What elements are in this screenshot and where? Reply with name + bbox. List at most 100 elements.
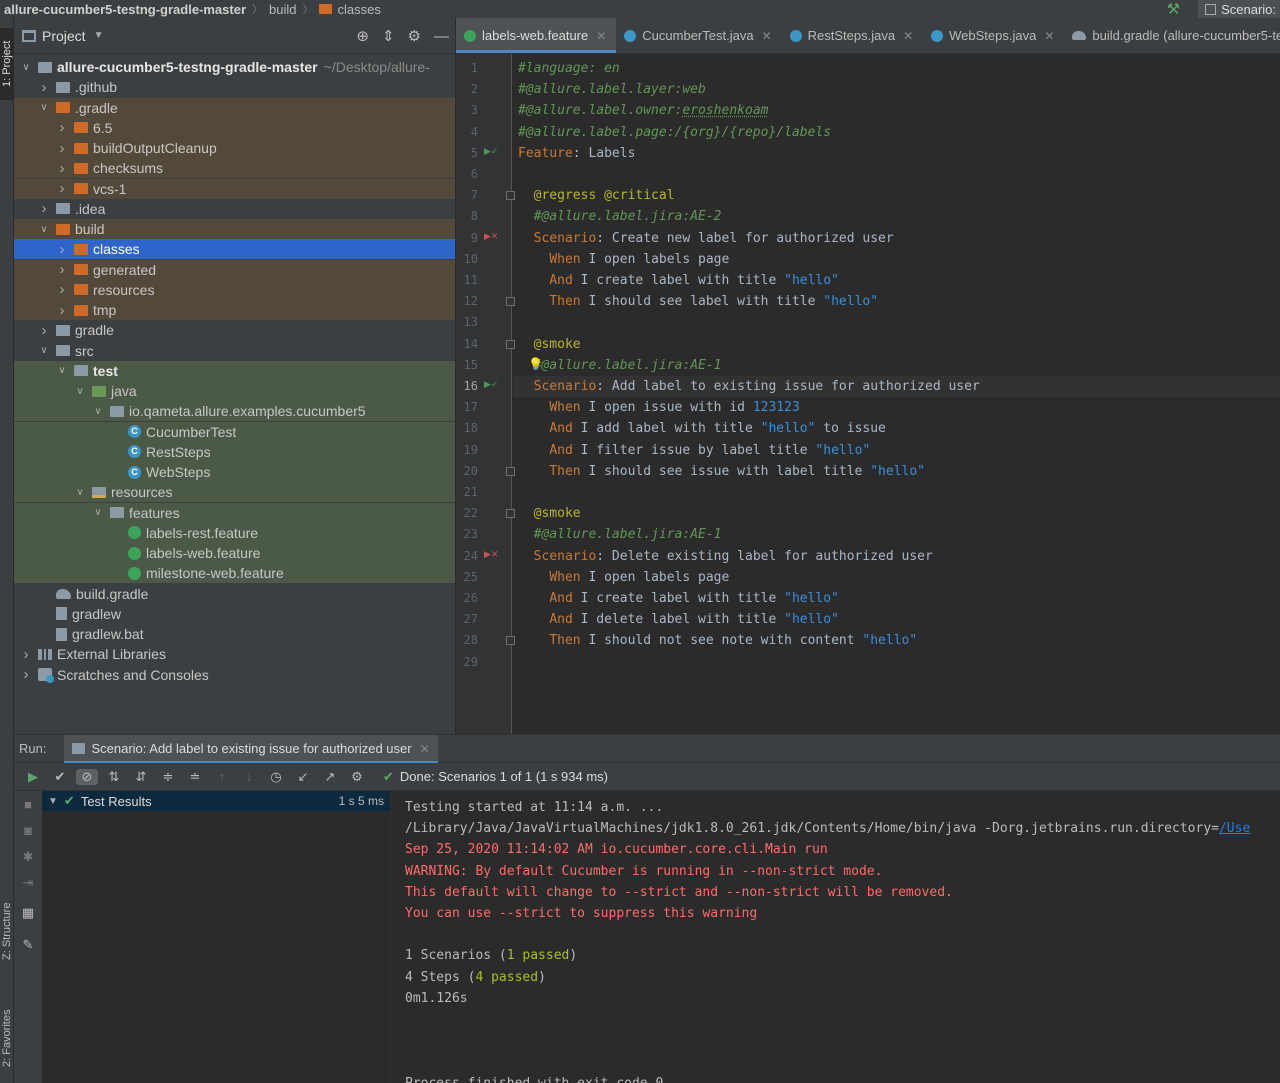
next-failed-icon[interactable]: ↓: [238, 769, 260, 784]
tree-item[interactable]: › vcs-1: [14, 178, 455, 199]
fold-marker-icon[interactable]: [506, 339, 515, 349]
console-link[interactable]: /Use: [1219, 821, 1250, 836]
tree-item[interactable]: ∨ allure-cucumber5-testng-gradle-master ~/…: [14, 57, 455, 77]
gear-icon[interactable]: ⚙: [408, 27, 421, 45]
breadcrumb-project[interactable]: allure-cucumber5-testng-gradle-master: [4, 2, 246, 17]
tree-item[interactable]: ∨ build: [14, 219, 455, 239]
code-editor[interactable]: 1 2 3 4 5 6 7 8 9 10 11 12 13 14 15 16 17 18 19 20 21 22 23 24 2…: [456, 54, 1280, 734]
editor-tab[interactable]: CucumberTest.java ✕: [616, 18, 781, 53]
tree-item[interactable]: › tmp: [14, 300, 455, 320]
chevron-down-icon[interactable]: ∨: [74, 386, 86, 397]
layout-icon[interactable]: ▦: [20, 905, 36, 921]
tree-item[interactable]: › buildOutputCleanup: [14, 138, 455, 158]
tool-tab-structure[interactable]: Z: Structure: [0, 886, 14, 976]
fold-marker-icon[interactable]: [506, 636, 515, 646]
chevron-right-icon[interactable]: ›: [56, 261, 68, 278]
chevron-down-icon[interactable]: ▼: [94, 30, 104, 41]
tree-item[interactable]: › generated: [14, 259, 455, 280]
tree-item[interactable]: › classes: [14, 239, 455, 260]
chevron-right-icon[interactable]: ›: [56, 119, 68, 136]
collapse-all-icon[interactable]: ⇕: [382, 27, 395, 45]
lightbulb-icon[interactable]: 💡: [528, 357, 543, 371]
show-passed-icon[interactable]: ✔: [49, 769, 71, 785]
tree-item[interactable]: ›milestone-web.feature: [14, 563, 455, 584]
chevron-right-icon[interactable]: ›: [38, 200, 50, 217]
previous-failed-icon[interactable]: ↑: [211, 769, 233, 784]
chevron-right-icon[interactable]: ›: [56, 241, 68, 258]
export-tests-icon[interactable]: ↗: [319, 769, 341, 785]
gear-icon[interactable]: ⚙: [346, 769, 368, 785]
fold-marker-icon[interactable]: [506, 297, 515, 307]
pin-icon[interactable]: ✎: [20, 937, 36, 953]
tree-item[interactable]: ∨ features: [14, 502, 455, 523]
hide-panel-icon[interactable]: —: [434, 28, 449, 45]
tool-tab-favorites[interactable]: 2: Favorites: [0, 993, 14, 1083]
chevron-down-icon[interactable]: ∨: [38, 224, 50, 235]
fold-marker-icon[interactable]: [506, 509, 515, 519]
run-failed-icon[interactable]: ▶✕: [484, 231, 498, 242]
run-tab-scenario[interactable]: Scenario: Add label to existing issue fo…: [64, 734, 438, 763]
breadcrumb-classes[interactable]: classes: [337, 2, 380, 17]
tree-item[interactable]: › .idea: [14, 199, 455, 219]
tree-item[interactable]: ›CCucumberTest: [14, 421, 455, 442]
chevron-down-icon[interactable]: ∨: [92, 507, 104, 518]
tree-item[interactable]: ∨ test: [14, 360, 455, 381]
tree-item[interactable]: › External Libraries: [14, 644, 455, 664]
tree-item[interactable]: ›build.gradle: [14, 584, 455, 604]
chevron-right-icon[interactable]: ›: [20, 646, 32, 663]
fold-marker-icon[interactable]: [506, 466, 515, 476]
tree-item[interactable]: ∨ .gradle: [14, 97, 455, 118]
tree-item[interactable]: ›gradlew.bat: [14, 624, 455, 644]
editor-tab[interactable]: build.gradle (allure-cucumber5-testng-gr…: [1064, 18, 1280, 53]
tree-item[interactable]: › .github: [14, 77, 455, 97]
tree-item[interactable]: › gradle: [14, 320, 455, 340]
tree-item[interactable]: › checksums: [14, 158, 455, 179]
debug-icon[interactable]: ✱: [20, 849, 36, 865]
chevron-down-icon[interactable]: ∨: [92, 406, 104, 417]
close-icon[interactable]: ✕: [1044, 29, 1054, 43]
close-icon[interactable]: ✕: [903, 29, 913, 43]
chevron-right-icon[interactable]: ›: [56, 281, 68, 298]
project-view-select[interactable]: Project: [42, 28, 86, 44]
build-hammer-icon[interactable]: ⚒: [1167, 0, 1180, 18]
camera-icon[interactable]: ◙: [20, 823, 36, 838]
run-configuration-select[interactable]: Scenario:: [1198, 0, 1280, 18]
chevron-right-icon[interactable]: ›: [38, 322, 50, 339]
run-failed-icon[interactable]: ▶✕: [484, 549, 498, 560]
chevron-right-icon[interactable]: ›: [56, 160, 68, 177]
editor-tab[interactable]: labels-web.feature ✕: [456, 18, 617, 53]
breadcrumb-build[interactable]: build: [269, 2, 296, 17]
tool-tab-project[interactable]: 1: Project: [0, 28, 14, 100]
chevron-down-icon[interactable]: ∨: [20, 62, 32, 73]
expand-all-icon[interactable]: ≑: [157, 769, 179, 785]
history-icon[interactable]: ◷: [265, 769, 287, 785]
tree-item[interactable]: ∨ resources: [14, 482, 455, 503]
editor-tab[interactable]: WebSteps.java ✕: [923, 18, 1064, 53]
close-icon[interactable]: ✕: [596, 29, 606, 43]
tree-item[interactable]: ›CRestSteps: [14, 441, 455, 462]
chevron-right-icon[interactable]: ›: [56, 180, 68, 197]
console-output[interactable]: Testing started at 11:14 a.m. ... /Librar…: [391, 791, 1280, 1083]
tree-item[interactable]: ∨ io.qameta.allure.examples.cucumber5: [14, 401, 455, 422]
tree-item[interactable]: › 6.5: [14, 117, 455, 138]
test-results-root[interactable]: ▼ ✔ Test Results 1 s 5 ms: [42, 791, 390, 811]
fold-marker-icon[interactable]: [506, 191, 515, 201]
rerun-icon[interactable]: ▶: [22, 769, 44, 785]
tree-item[interactable]: ›CWebSteps: [14, 462, 455, 482]
stop-icon[interactable]: ■: [20, 797, 36, 812]
tree-item[interactable]: › Scratches and Consoles: [14, 665, 455, 685]
chevron-right-icon[interactable]: ›: [20, 666, 32, 683]
sort-by-duration-icon[interactable]: ⇵: [130, 769, 152, 785]
tree-item[interactable]: ›gradlew: [14, 604, 455, 624]
chevron-down-icon[interactable]: ▼: [48, 796, 58, 807]
close-icon[interactable]: ✕: [762, 29, 772, 43]
run-passed-icon[interactable]: ▶✓: [484, 379, 498, 390]
locate-file-icon[interactable]: ⊕: [356, 27, 369, 45]
chevron-right-icon[interactable]: ›: [38, 79, 50, 96]
run-passed-icon[interactable]: ▶✓: [484, 146, 498, 157]
tree-item[interactable]: ›labels-web.feature: [14, 543, 455, 563]
exit-icon[interactable]: ⇥: [20, 875, 36, 891]
chevron-down-icon[interactable]: ∨: [38, 102, 50, 113]
import-tests-icon[interactable]: ↙: [292, 769, 314, 785]
tree-item[interactable]: › resources: [14, 279, 455, 300]
